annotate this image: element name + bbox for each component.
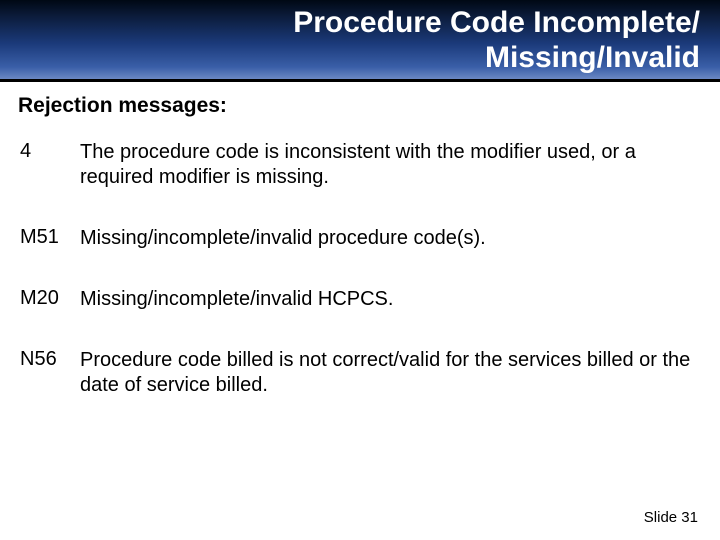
table-row: M51 Missing/incomplete/invalid procedure… [18, 226, 702, 251]
table-row: M20 Missing/incomplete/invalid HCPCS. [18, 287, 702, 312]
rejection-desc: Missing/incomplete/invalid procedure cod… [80, 226, 702, 251]
subheading: Rejection messages: [18, 94, 702, 118]
slide-content: Rejection messages: 4 The procedure code… [0, 82, 720, 398]
rejection-desc: The procedure code is inconsistent with … [80, 140, 702, 190]
rejection-code: N56 [18, 348, 80, 371]
rejection-desc: Procedure code billed is not correct/val… [80, 348, 702, 398]
slide: Procedure Code Incomplete/ Missing/Inval… [0, 0, 720, 540]
rejection-code: M51 [18, 226, 80, 249]
rejection-code: 4 [18, 140, 80, 163]
table-row: 4 The procedure code is inconsistent wit… [18, 140, 702, 190]
table-row: N56 Procedure code billed is not correct… [18, 348, 702, 398]
slide-title: Procedure Code Incomplete/ Missing/Inval… [293, 6, 700, 75]
slide-number: Slide 31 [644, 509, 698, 526]
rejection-desc: Missing/incomplete/invalid HCPCS. [80, 287, 702, 312]
slide-title-line2: Missing/Invalid [485, 41, 700, 74]
rejection-code: M20 [18, 287, 80, 310]
slide-title-line1: Procedure Code Incomplete/ [293, 6, 700, 39]
slide-header: Procedure Code Incomplete/ Missing/Inval… [0, 0, 720, 79]
